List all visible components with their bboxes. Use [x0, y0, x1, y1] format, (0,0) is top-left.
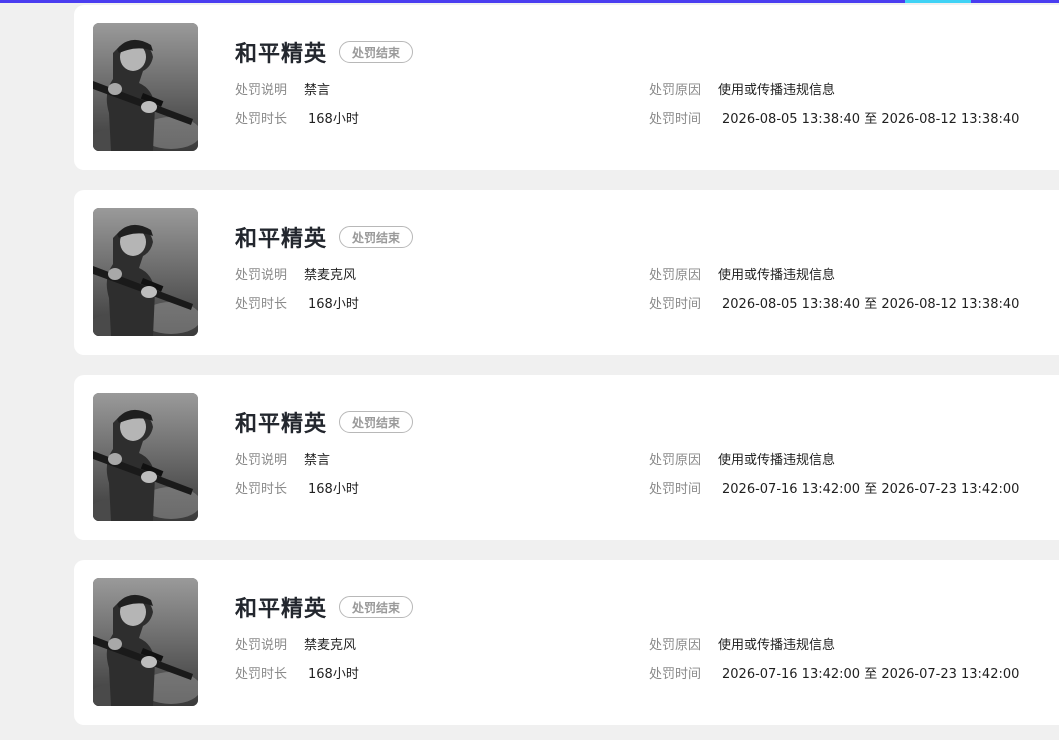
card-header: 和平精英 处罚结束: [235, 224, 414, 252]
time-value: 2026-08-05 13:38:40 至 2026-08-12 13:38:4…: [722, 297, 1020, 312]
duration-value: 168小时: [308, 482, 359, 497]
reason-label: 处罚原因: [649, 83, 702, 98]
duration-label: 处罚时长: [235, 667, 288, 682]
duration-value: 168小时: [308, 112, 359, 127]
game-title: 和平精英: [235, 597, 328, 622]
penalty-record-card: 和平精英 处罚结束 处罚说明 禁言 处罚时长 168小时 处罚原因 使用或传播违…: [74, 5, 1059, 170]
duration-label: 处罚时长: [235, 112, 288, 127]
duration-value: 168小时: [308, 297, 359, 312]
game-thumbnail-icon: [93, 393, 198, 521]
description-value: 禁言: [304, 83, 331, 98]
status-badge: 处罚结束: [339, 226, 414, 248]
status-badge: 处罚结束: [339, 41, 414, 63]
description-label: 处罚说明: [235, 638, 288, 653]
description-label: 处罚说明: [235, 453, 288, 468]
duration-label: 处罚时长: [235, 297, 288, 312]
card-header: 和平精英 处罚结束: [235, 594, 414, 622]
description-value: 禁言: [304, 453, 331, 468]
description-label: 处罚说明: [235, 83, 288, 98]
reason-value: 使用或传播违规信息: [718, 268, 836, 283]
time-label: 处罚时间: [649, 667, 702, 682]
status-badge: 处罚结束: [339, 411, 414, 433]
duration-value: 168小时: [308, 667, 359, 682]
top-accent-highlight: [905, 0, 971, 3]
reason-value: 使用或传播违规信息: [718, 638, 836, 653]
penalty-record-card: 和平精英 处罚结束 处罚说明 禁麦克风 处罚时长 168小时 处罚原因 使用或传…: [74, 190, 1059, 355]
game-thumbnail-icon: [93, 23, 198, 151]
time-value: 2026-07-16 13:42:00 至 2026-07-23 13:42:0…: [722, 482, 1020, 497]
description-value: 禁麦克风: [304, 638, 357, 653]
reason-label: 处罚原因: [649, 453, 702, 468]
reason-value: 使用或传播违规信息: [718, 453, 836, 468]
top-accent-bar: [0, 0, 1059, 3]
description-label: 处罚说明: [235, 268, 288, 283]
reason-value: 使用或传播违规信息: [718, 83, 836, 98]
time-value: 2026-08-05 13:38:40 至 2026-08-12 13:38:4…: [722, 112, 1020, 127]
game-title: 和平精英: [235, 42, 328, 67]
status-badge: 处罚结束: [339, 596, 414, 618]
card-header: 和平精英 处罚结束: [235, 39, 414, 67]
time-label: 处罚时间: [649, 297, 702, 312]
card-header: 和平精英 处罚结束: [235, 409, 414, 437]
reason-label: 处罚原因: [649, 268, 702, 283]
description-value: 禁麦克风: [304, 268, 357, 283]
duration-label: 处罚时长: [235, 482, 288, 497]
game-title: 和平精英: [235, 412, 328, 437]
penalty-record-card: 和平精英 处罚结束 处罚说明 禁麦克风 处罚时长 168小时 处罚原因 使用或传…: [74, 560, 1059, 725]
reason-label: 处罚原因: [649, 638, 702, 653]
time-value: 2026-07-16 13:42:00 至 2026-07-23 13:42:0…: [722, 667, 1020, 682]
game-thumbnail-icon: [93, 578, 198, 706]
game-thumbnail-icon: [93, 208, 198, 336]
time-label: 处罚时间: [649, 482, 702, 497]
penalty-record-card: 和平精英 处罚结束 处罚说明 禁言 处罚时长 168小时 处罚原因 使用或传播违…: [74, 375, 1059, 540]
time-label: 处罚时间: [649, 112, 702, 127]
game-title: 和平精英: [235, 227, 328, 252]
